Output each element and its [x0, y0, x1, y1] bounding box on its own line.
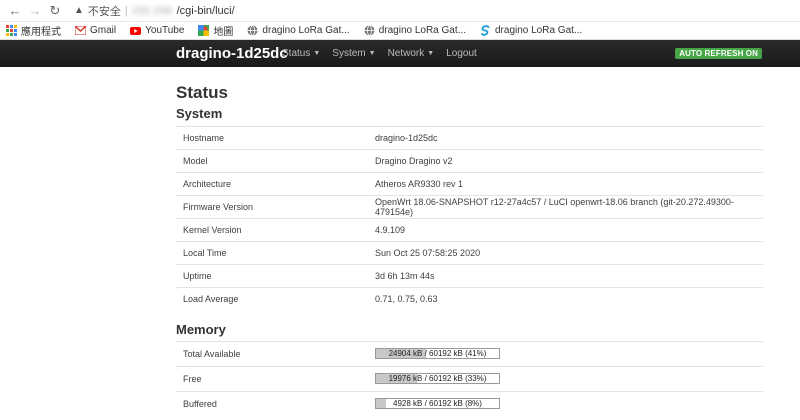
- warning-icon: ▲: [74, 5, 84, 16]
- gmail-icon: [75, 25, 86, 36]
- memory-progress-bar: 19976 kB / 60192 kB (33%): [375, 373, 500, 385]
- table-row: Firmware Version OpenWrt 18.06-SNAPSHOT r…: [176, 195, 763, 219]
- row-value: 0.71, 0.75, 0.63: [375, 287, 763, 311]
- progress-text: 24904 kB / 60192 kB (41%): [388, 349, 487, 359]
- row-key: Kernel Version: [176, 218, 375, 242]
- table-row: Architecture Atheros AR9330 rev 1: [176, 172, 763, 196]
- row-key: Firmware Version: [176, 195, 375, 219]
- maps-icon: [198, 25, 210, 36]
- forward-arrow-icon[interactable]: →: [26, 2, 44, 20]
- row-value: Dragino Dragino v2: [375, 149, 763, 173]
- bookmark-gmail[interactable]: Gmail: [75, 25, 116, 36]
- main-content: Status System Hostname dragino-1d25dc Mod…: [176, 69, 763, 416]
- caret-down-icon: ▼: [427, 50, 435, 57]
- bookmark-dragino-3[interactable]: dragino LoRa Gat...: [480, 25, 582, 36]
- browser-address-bar: ← → ↻ ▲ 不安全 | 192.168. /cgi-bin/luci/: [0, 0, 800, 22]
- bookmark-dragino-1[interactable]: dragino LoRa Gat...: [247, 25, 350, 36]
- row-key: Hostname: [176, 126, 375, 150]
- row-key: Buffered: [176, 390, 375, 416]
- table-row: Free 19976 kB / 60192 kB (33%): [176, 365, 763, 391]
- bookmark-maps[interactable]: 地圖: [198, 23, 233, 38]
- page-title: Status: [176, 83, 228, 102]
- back-arrow-icon[interactable]: ←: [6, 2, 24, 20]
- caret-down-icon: ▼: [368, 50, 376, 57]
- luci-header: dragino-1d25dc Status ▼ System ▼ Network ▼ …: [0, 40, 800, 67]
- bookmark-label: dragino LoRa Gat...: [262, 25, 350, 36]
- row-key: Free: [176, 365, 375, 391]
- menu-system[interactable]: System ▼: [332, 48, 375, 59]
- row-value: Atheros AR9330 rev 1: [375, 172, 763, 196]
- row-value: dragino-1d25dc: [375, 126, 763, 150]
- progress-text: 19976 kB / 60192 kB (33%): [388, 374, 487, 384]
- memory-section-title: Memory: [176, 321, 226, 337]
- globe-icon: [364, 25, 375, 36]
- row-value: 4.9.109: [375, 218, 763, 242]
- row-value: OpenWrt 18.06-SNAPSHOT r12-27a4c57 / LuC…: [375, 195, 763, 219]
- bookmark-youtube[interactable]: YouTube: [130, 25, 184, 36]
- reload-icon[interactable]: ↻: [46, 2, 64, 20]
- auto-refresh-toggle[interactable]: AUTO REFRESH ON: [675, 48, 762, 59]
- bookmark-label: dragino LoRa Gat...: [378, 25, 466, 36]
- menu-label: Status: [282, 48, 311, 59]
- row-key: Local Time: [176, 241, 375, 265]
- row-key: Uptime: [176, 264, 375, 288]
- url-host: 192.168.: [131, 4, 175, 17]
- table-row: Local Time Sun Oct 25 07:58:25 2020: [176, 241, 763, 265]
- memory-progress-bar: 24904 kB / 60192 kB (41%): [375, 348, 500, 360]
- dragino-icon: [480, 25, 491, 36]
- security-status: 不安全: [87, 5, 121, 18]
- bookmark-apps[interactable]: 應用程式: [6, 23, 61, 38]
- row-value: Sun Oct 25 07:58:25 2020: [375, 241, 763, 265]
- row-key: Total Available: [176, 340, 375, 366]
- menu-label: System: [332, 48, 366, 59]
- menu-status[interactable]: Status ▼: [282, 48, 320, 59]
- table-row: Total Available 24904 kB / 60192 kB (41%…: [176, 340, 763, 366]
- bookmark-label: 地圖: [213, 27, 234, 38]
- menu-logout[interactable]: Logout: [446, 48, 477, 59]
- row-key: Model: [176, 149, 375, 173]
- bookmark-label: YouTube: [145, 25, 185, 36]
- bookmark-label: dragino LoRa Gat...: [494, 25, 583, 36]
- table-row: Kernel Version 4.9.109: [176, 218, 763, 242]
- memory-table: Total Available 24904 kB / 60192 kB (41%…: [176, 340, 763, 416]
- main-menu: Status ▼ System ▼ Network ▼ Logout: [282, 48, 489, 59]
- system-section-title: System: [176, 106, 223, 121]
- globe-icon: [247, 25, 258, 36]
- menu-network[interactable]: Network ▼: [388, 48, 435, 59]
- brand-link[interactable]: dragino-1d25dc: [176, 45, 288, 62]
- bookmark-label: Gmail: [90, 25, 117, 36]
- table-row: Load Average 0.71, 0.75, 0.63: [176, 287, 763, 311]
- row-key: Architecture: [176, 172, 375, 196]
- table-row: Buffered 4928 kB / 60192 kB (8%): [176, 390, 763, 416]
- bookmarks-bar: 應用程式 Gmail YouTube 地圖 dragino LoRa Gat..…: [0, 22, 800, 40]
- apps-icon: [6, 25, 17, 36]
- url-separator: |: [124, 4, 128, 17]
- menu-label: Logout: [446, 48, 477, 59]
- progress-text: 4928 kB / 60192 kB (8%): [393, 399, 482, 409]
- caret-down-icon: ▼: [313, 50, 321, 57]
- youtube-icon: [130, 25, 142, 36]
- bookmark-label: 應用程式: [21, 27, 61, 38]
- url-field[interactable]: ▲ 不安全 | 192.168. /cgi-bin/luci/: [74, 2, 794, 20]
- url-path: /cgi-bin/luci/: [176, 4, 235, 17]
- table-row: Model Dragino Dragino v2: [176, 149, 763, 173]
- memory-progress-bar: 4928 kB / 60192 kB (8%): [375, 398, 500, 410]
- row-key: Load Average: [176, 287, 375, 311]
- table-row: Hostname dragino-1d25dc: [176, 126, 763, 150]
- system-table: Hostname dragino-1d25dc Model Dragino Drag…: [176, 126, 763, 311]
- table-row: Uptime 3d 6h 13m 44s: [176, 264, 763, 288]
- row-value: 3d 6h 13m 44s: [375, 264, 763, 288]
- menu-label: Network: [387, 48, 425, 59]
- bookmark-dragino-2[interactable]: dragino LoRa Gat...: [364, 25, 466, 36]
